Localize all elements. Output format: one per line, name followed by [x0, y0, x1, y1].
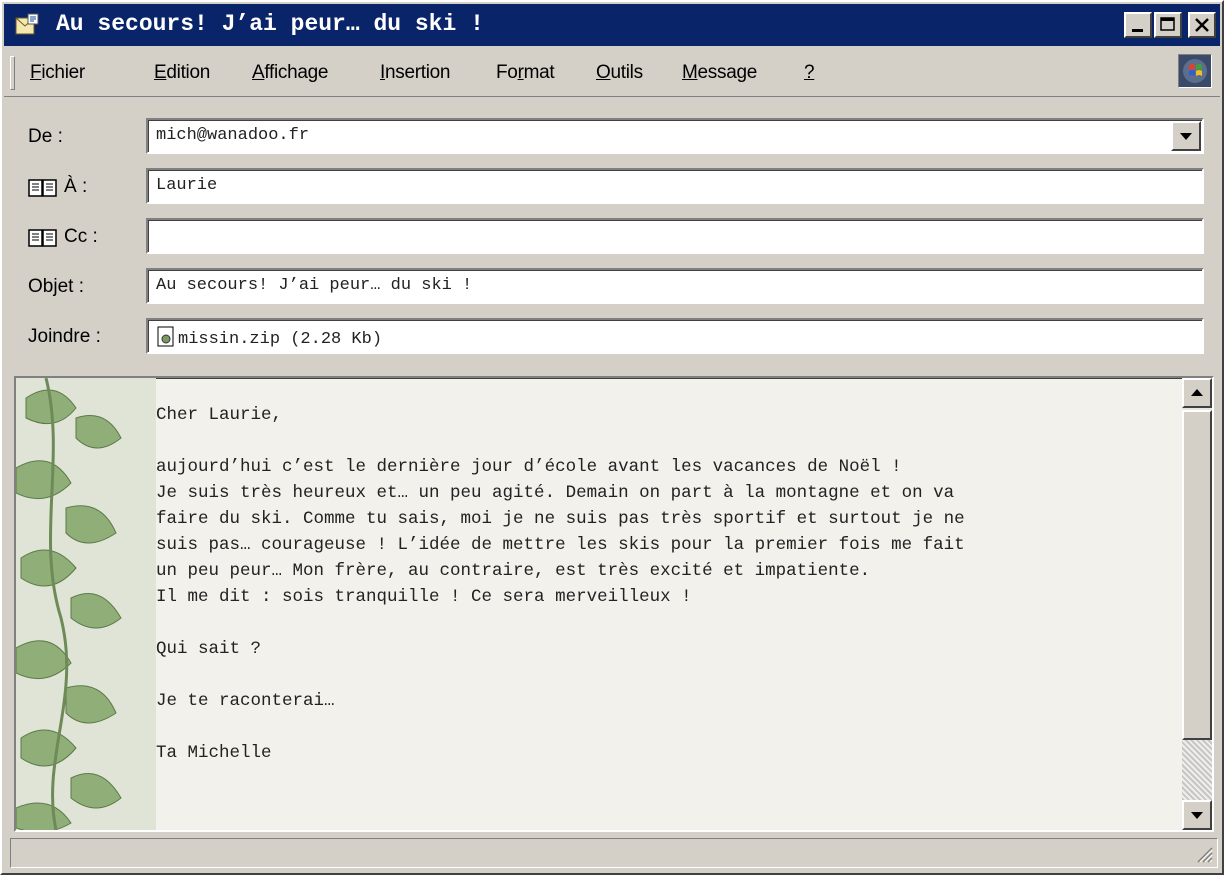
attach-field[interactable]: missin.zip (2.28 Kb) [146, 318, 1204, 354]
menu-edition[interactable]: Edition [154, 62, 210, 84]
maximize-button[interactable] [1154, 12, 1182, 38]
status-bar [10, 838, 1218, 868]
dropdown-arrow-icon [1180, 133, 1192, 140]
scroll-up-icon [1191, 389, 1203, 396]
vertical-scrollbar[interactable] [1182, 378, 1212, 830]
scroll-up-button[interactable] [1182, 378, 1212, 408]
minimize-icon [1132, 29, 1143, 32]
scroll-down-icon [1191, 812, 1203, 819]
envelope-icon [15, 13, 39, 35]
to-value: Laurie [156, 176, 218, 195]
close-icon [1195, 18, 1209, 32]
message-text[interactable]: Cher Laurie, aujourd’hui c’est le derniè… [156, 402, 1196, 766]
menu-affichage[interactable]: Affichage [252, 62, 328, 84]
message-body-area[interactable]: Cher Laurie, aujourd’hui c’est le derniè… [14, 376, 1214, 832]
mail-window: Au secours! J’ai peur… du ski ! Fichier … [0, 0, 1224, 875]
subject-field[interactable]: Au secours! J’ai peur… du ski ! [146, 268, 1204, 304]
resize-grip-icon[interactable] [1193, 843, 1213, 863]
to-field[interactable]: Laurie [146, 168, 1204, 204]
windows-throbber-icon [1178, 54, 1212, 88]
subject-label: Objet : [28, 276, 84, 297]
minimize-button[interactable] [1124, 12, 1152, 38]
cc-label: Cc : [64, 226, 98, 247]
maximize-icon [1160, 17, 1175, 31]
menu-message[interactable]: Message [682, 62, 757, 84]
address-book-icon[interactable] [28, 228, 58, 248]
cc-field[interactable] [146, 218, 1204, 254]
attachment-icon[interactable] [156, 326, 176, 348]
subject-value: Au secours! J’ai peur… du ski ! [156, 276, 473, 295]
menu-outils[interactable]: Outils [596, 62, 643, 84]
scrollbar-thumb[interactable] [1182, 410, 1212, 740]
menu-fichier[interactable]: Fichier [30, 62, 85, 84]
scroll-down-button[interactable] [1182, 800, 1212, 830]
menu-insertion[interactable]: Insertion [380, 62, 450, 84]
menu-format[interactable]: Format [496, 62, 555, 84]
title-bar[interactable]: Au secours! J’ai peur… du ski ! [4, 4, 1220, 46]
menu-grip[interactable] [10, 56, 15, 90]
to-label: À : [64, 176, 88, 197]
window-title: Au secours! J’ai peur… du ski ! [56, 11, 484, 37]
from-value: mich@wanadoo.fr [156, 126, 310, 145]
from-field[interactable]: mich@wanadoo.fr [146, 118, 1204, 154]
from-dropdown-button[interactable] [1171, 121, 1201, 151]
menu-help[interactable]: ? [804, 62, 815, 84]
close-button[interactable] [1188, 12, 1216, 38]
menu-bar: Fichier Edition Affichage Insertion Form… [4, 48, 1220, 97]
from-label: De : [28, 126, 63, 147]
scrollbar-track[interactable] [1182, 740, 1212, 800]
ivy-decoration [16, 378, 156, 830]
attachment-name[interactable]: missin.zip (2.28 Kb) [178, 330, 382, 349]
address-book-icon[interactable] [28, 178, 58, 198]
attach-label: Joindre : [28, 326, 101, 347]
